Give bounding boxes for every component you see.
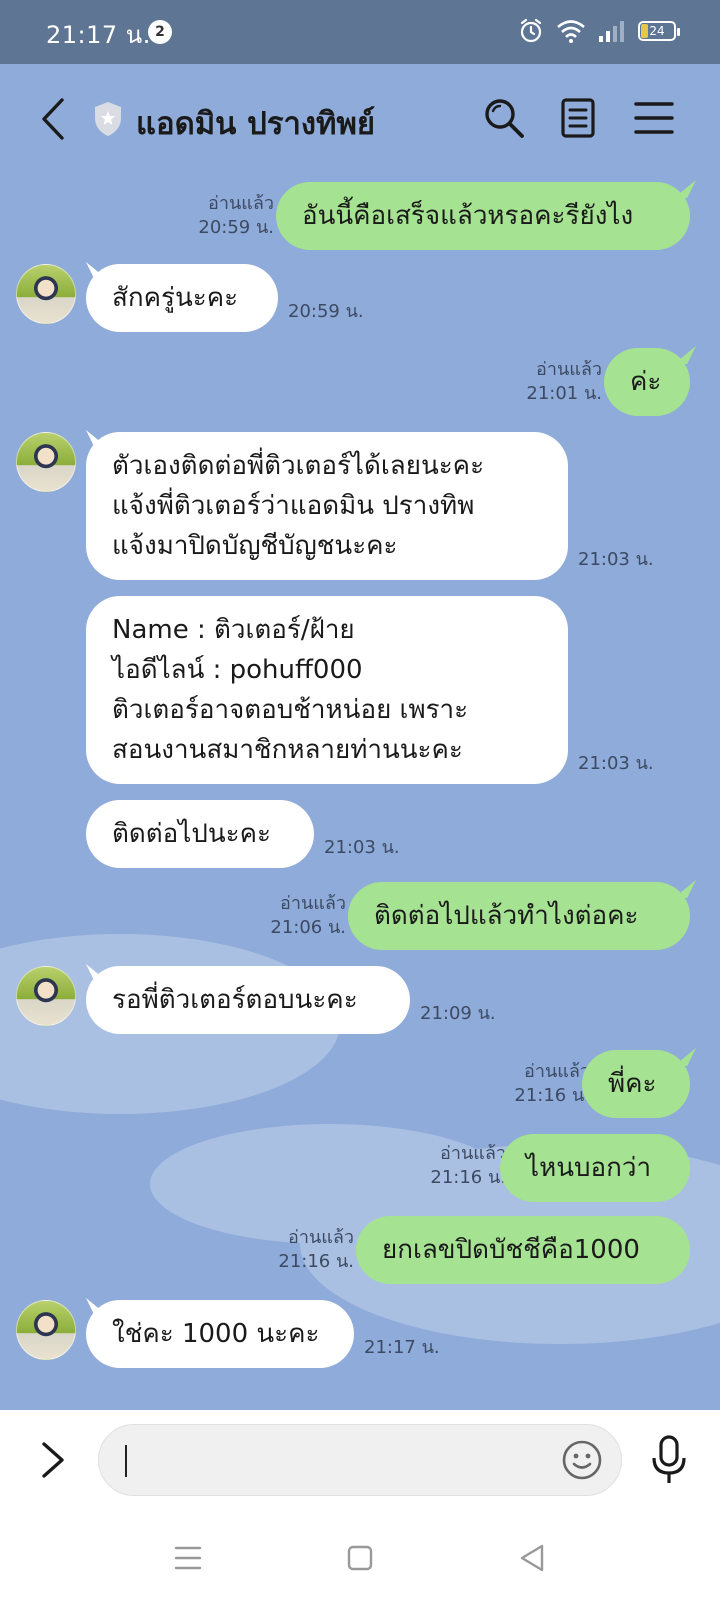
message-input-bar	[0, 1410, 720, 1510]
read-receipt: อ่านแล้ว 21:06 น.	[270, 893, 346, 938]
outgoing-message[interactable]: ค่ะ	[604, 348, 690, 416]
battery-icon: 24	[638, 21, 680, 41]
outgoing-message[interactable]: พี่คะ	[582, 1050, 690, 1118]
emoji-icon[interactable]	[561, 1439, 603, 1481]
menu-icon[interactable]	[632, 96, 676, 140]
battery-level: 24	[649, 24, 665, 38]
incoming-message[interactable]: ติดต่อไปนะคะ	[86, 800, 314, 868]
outgoing-message[interactable]: อันนี้คือเสร็จแล้วหรอคะรียังไง	[276, 182, 690, 250]
read-receipt: อ่านแล้ว 21:16 น.	[430, 1143, 506, 1188]
home-icon[interactable]	[340, 1538, 380, 1578]
message-time: 21:03 น.	[578, 753, 654, 774]
read-receipt: อ่านแล้ว 21:01 น.	[526, 359, 602, 404]
outgoing-message[interactable]: ยกเลขปิดบัชชีคือ1000	[356, 1216, 690, 1284]
read-receipt: อ่านแล้ว 20:59 น.	[198, 193, 274, 238]
shield-icon	[95, 102, 121, 136]
alarm-icon	[520, 18, 542, 43]
avatar[interactable]	[16, 432, 76, 492]
system-nav-bar	[0, 1510, 720, 1600]
message-time: 21:17 น.	[364, 1337, 440, 1358]
back-icon[interactable]	[38, 96, 68, 142]
chat-title[interactable]: แอดมิน ปรางทิพย์	[136, 98, 375, 148]
avatar[interactable]	[16, 1300, 76, 1360]
status-bar: 21:17 น. 2 24	[0, 0, 720, 64]
avatar[interactable]	[16, 966, 76, 1026]
microphone-icon[interactable]	[648, 1434, 690, 1486]
message-input[interactable]	[98, 1424, 622, 1496]
search-icon[interactable]	[482, 96, 526, 140]
notes-icon[interactable]	[556, 96, 600, 140]
signal-icon	[599, 21, 624, 42]
message-time: 21:03 น.	[324, 837, 400, 858]
chat-area[interactable]: อ่านแล้ว 20:59 น. อันนี้คือเสร็จแล้วหรอคะ…	[0, 174, 720, 1410]
chat-header: แอดมิน ปรางทิพย์	[0, 64, 720, 174]
incoming-message[interactable]: Name : ติวเตอร์/ฝ้าย ไอดีไลน์ : pohuff00…	[86, 596, 568, 784]
text-cursor	[125, 1445, 127, 1477]
status-time: 21:17 น.	[46, 21, 151, 49]
wifi-icon	[557, 20, 585, 43]
message-time: 21:09 น.	[420, 1003, 496, 1024]
read-receipt: อ่านแล้ว 21:16 น.	[278, 1227, 354, 1272]
message-time: 20:59 น.	[288, 301, 364, 322]
incoming-message[interactable]: สักครู่นะคะ	[86, 264, 278, 332]
outgoing-message[interactable]: ติดต่อไปแล้วทำไงต่อคะ	[348, 882, 690, 950]
notification-badge: 2	[148, 20, 172, 44]
message-time: 21:03 น.	[578, 549, 654, 570]
read-receipt: อ่านแล้ว 21:16 น.	[514, 1061, 590, 1106]
recent-apps-icon[interactable]	[168, 1538, 208, 1578]
back-nav-icon[interactable]	[512, 1538, 552, 1578]
chevron-right-icon[interactable]	[40, 1440, 66, 1480]
incoming-message[interactable]: ตัวเองติดต่อพี่ติวเตอร์ได้เลยนะคะ แจ้งพี…	[86, 432, 568, 580]
outgoing-message[interactable]: ไหนบอกว่า	[500, 1134, 690, 1202]
status-icons: 24	[518, 18, 680, 44]
incoming-message[interactable]: รอพี่ติวเตอร์ตอบนะคะ	[86, 966, 410, 1034]
avatar[interactable]	[16, 264, 76, 324]
incoming-message[interactable]: ใช่คะ 1000 นะคะ	[86, 1300, 354, 1368]
